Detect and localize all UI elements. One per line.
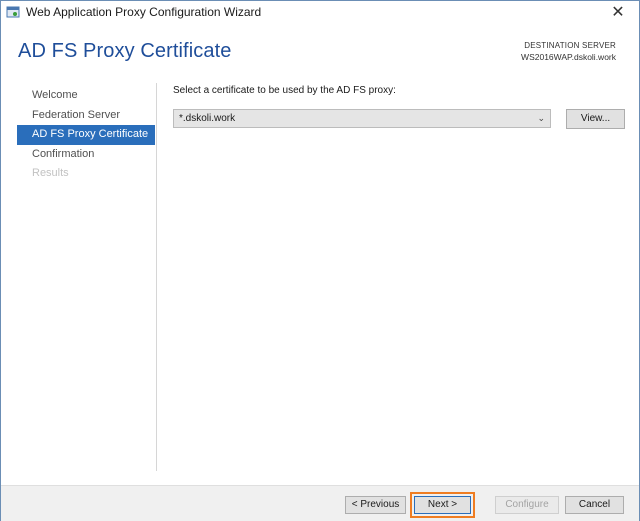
view-button[interactable]: View... — [566, 109, 625, 129]
destination-server-label: DESTINATION SERVER — [524, 41, 616, 50]
wizard-steps-nav: Welcome Federation Server AD FS Proxy Ce… — [17, 86, 155, 471]
previous-button[interactable]: < Previous — [345, 496, 406, 514]
sidebar-item-confirmation[interactable]: Confirmation — [17, 145, 155, 165]
title-bar: Web Application Proxy Configuration Wiza… — [1, 1, 639, 23]
page-title: AD FS Proxy Certificate — [18, 40, 232, 62]
proxy-wizard-icon — [6, 5, 20, 19]
next-button[interactable]: Next > — [414, 496, 471, 514]
wizard-header: AD FS Proxy Certificate DESTINATION SERV… — [1, 23, 639, 77]
sidebar-item-adfs-proxy-certificate[interactable]: AD FS Proxy Certificate — [17, 125, 155, 145]
window-title: Web Application Proxy Configuration Wiza… — [26, 5, 262, 19]
chevron-down-icon: ⌄ — [537, 113, 545, 123]
close-icon[interactable]: ✕ — [603, 3, 633, 21]
divider — [156, 83, 157, 471]
certificate-select[interactable]: *.dskoli.work ⌄ — [173, 109, 551, 128]
wizard-window: Web Application Proxy Configuration Wiza… — [0, 0, 640, 521]
certificate-prompt: Select a certificate to be used by the A… — [173, 85, 396, 96]
configure-button: Configure — [495, 496, 559, 514]
sidebar-item-results: Results — [32, 167, 69, 179]
cancel-button[interactable]: Cancel — [565, 496, 624, 514]
destination-server-name: WS2016WAP.dskoli.work — [521, 52, 616, 62]
sidebar-item-federation-server[interactable]: Federation Server — [17, 106, 155, 126]
sidebar-item-welcome[interactable]: Welcome — [17, 86, 155, 106]
certificate-select-value: *.dskoli.work — [179, 113, 236, 124]
wizard-footer: < Previous Next > Configure Cancel — [1, 485, 639, 521]
